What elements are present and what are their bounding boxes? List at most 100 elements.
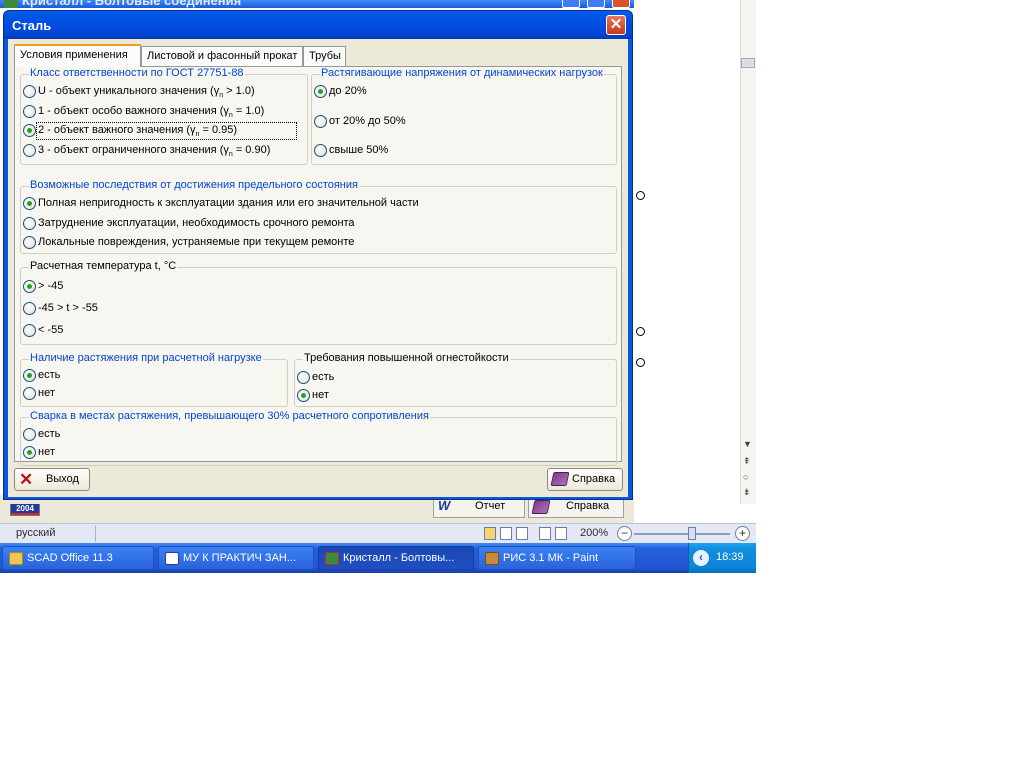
background-app-title: Кристалл - Болтовые соединения: [22, 0, 242, 8]
scrollbar-thumb[interactable]: [741, 58, 755, 68]
taskbar: SCAD Office 11.3 МУ К ПРАКТИЧ ЗАН... Кри…: [0, 543, 756, 573]
radio-label: -45 > t > -55: [38, 302, 98, 314]
taskbar-clock[interactable]: 18:39: [716, 551, 744, 563]
radio-button[interactable]: [23, 280, 36, 293]
dialog-body: Условия применения Листовой и фасонный п…: [8, 39, 628, 497]
radio-label: > -45: [38, 280, 64, 292]
vertical-scrollbar[interactable]: [740, 0, 756, 504]
group-responsibility-class: Класс ответственности по ГОСТ 27751-88 U…: [20, 67, 308, 165]
dialog-titlebar[interactable]: Сталь ✕: [4, 11, 632, 39]
drawing-node-icon: [636, 358, 645, 367]
radio-button[interactable]: [23, 197, 36, 210]
background-app-titlebar: Кристалл - Болтовые соединения: [0, 0, 635, 8]
taskbar-item-label: МУ К ПРАКТИЧ ЗАН...: [183, 552, 297, 564]
scroll-down-icon[interactable]: ▼: [743, 439, 752, 449]
radio-label: 3 - объект ограниченного значения (γn = …: [38, 144, 271, 159]
taskbar-item-scad[interactable]: SCAD Office 11.3: [2, 546, 154, 570]
language-indicator[interactable]: русский: [16, 527, 55, 539]
outline-view-icon[interactable]: [539, 527, 551, 540]
radio-button[interactable]: [23, 85, 36, 98]
system-tray: ‹ 18:39: [688, 543, 756, 573]
page-down-icon[interactable]: ⇟: [743, 487, 751, 498]
radio-label: есть: [312, 371, 335, 383]
maximize-button[interactable]: [587, 0, 605, 8]
radio-button[interactable]: [23, 217, 36, 230]
kristall-app-icon: [325, 552, 339, 565]
group-title: Растягивающие напряжения от динамических…: [320, 67, 604, 79]
tab-conditions[interactable]: Условия применения: [14, 44, 141, 67]
radio-label: U - объект уникального значения (γn > 1.…: [38, 85, 255, 100]
app-logo-text: 2004: [11, 504, 39, 513]
radio-button[interactable]: [23, 324, 36, 337]
show-hidden-icons-icon[interactable]: ‹: [693, 550, 709, 566]
radio-button[interactable]: [23, 236, 36, 249]
radio-button[interactable]: [23, 428, 36, 441]
reading-view-icon[interactable]: [500, 527, 512, 540]
status-bar: русский 200% − +: [0, 523, 756, 543]
paint-icon: [485, 552, 499, 565]
radio-button[interactable]: [23, 124, 36, 137]
help-button[interactable]: Справка: [547, 468, 623, 491]
group-welding: Сварка в местах растяжения, превышающего…: [20, 410, 617, 466]
minimize-button[interactable]: [562, 0, 580, 8]
close-button[interactable]: [612, 0, 630, 8]
radio-label: Локальные повреждения, устраняемые при т…: [38, 236, 355, 248]
exit-icon: ✕: [19, 470, 34, 489]
browse-object-icon[interactable]: ○: [743, 472, 748, 482]
radio-label: есть: [38, 369, 61, 381]
radio-button[interactable]: [23, 369, 36, 382]
radio-label: < -55: [38, 324, 64, 336]
taskbar-item-label: Кристалл - Болтовы...: [343, 552, 455, 564]
radio-button[interactable]: [23, 302, 36, 315]
group-title: Расчетная температура t, °C: [29, 260, 178, 272]
close-icon: ✕: [609, 16, 623, 33]
radio-button[interactable]: [297, 371, 310, 384]
zoom-out-icon[interactable]: −: [617, 526, 632, 541]
help-book-icon: [550, 472, 570, 486]
group-fire-resistance: Требования повышенной огнестойкости есть…: [294, 352, 617, 407]
radio-label: Затруднение эксплуатации, необходимость …: [38, 217, 355, 229]
radio-label: есть: [38, 428, 61, 440]
radio-button[interactable]: [314, 144, 327, 157]
group-title: Наличие растяжения при расчетной нагрузк…: [29, 352, 263, 364]
taskbar-item-word-doc[interactable]: МУ К ПРАКТИЧ ЗАН...: [158, 546, 314, 570]
radio-label: нет: [38, 387, 55, 399]
tab-sheet-profile[interactable]: Листовой и фасонный прокат: [141, 46, 303, 66]
draft-view-icon[interactable]: [555, 527, 567, 540]
radio-button[interactable]: [23, 446, 36, 459]
radio-button[interactable]: [23, 105, 36, 118]
background-help-label: Справка: [566, 500, 610, 512]
zoom-level[interactable]: 200%: [580, 527, 608, 539]
radio-label: свыше 50%: [329, 144, 389, 156]
radio-label: до 20%: [329, 85, 367, 97]
app-logo: 2004: [10, 504, 40, 516]
group-title: Возможные последствия от достижения пред…: [29, 179, 359, 191]
radio-button[interactable]: [297, 389, 310, 402]
dialog-title: Сталь: [12, 18, 52, 33]
radio-button[interactable]: [23, 144, 36, 157]
document-area: [634, 0, 740, 504]
radio-button[interactable]: [314, 85, 327, 98]
print-layout-view-icon[interactable]: [484, 527, 496, 540]
zoom-in-icon[interactable]: +: [735, 526, 750, 541]
zoom-slider-thumb[interactable]: [688, 527, 696, 540]
taskbar-item-kristall[interactable]: Кристалл - Болтовы...: [318, 546, 474, 570]
radio-button[interactable]: [314, 115, 327, 128]
group-title: Требования повышенной огнестойкости: [303, 352, 510, 364]
radio-label: Полная непригодность к эксплуатации здан…: [38, 197, 419, 209]
exit-button-label: Выход: [46, 473, 79, 485]
taskbar-item-paint[interactable]: РИС 3.1 МК - Paint: [478, 546, 636, 570]
dialog-close-button[interactable]: ✕: [606, 15, 626, 35]
group-dynamic-stress: Растягивающие напряжения от динамических…: [311, 67, 617, 165]
folder-icon: [9, 552, 23, 565]
page-up-icon[interactable]: ⇞: [743, 456, 751, 467]
word-doc-icon: [165, 552, 179, 565]
web-layout-view-icon[interactable]: [516, 527, 528, 540]
zoom-slider-track[interactable]: [634, 533, 730, 535]
word-icon: W: [438, 498, 451, 513]
drawing-node-icon: [636, 191, 645, 200]
group-tension: Наличие растяжения при расчетной нагрузк…: [20, 352, 288, 407]
tab-pipes[interactable]: Трубы: [303, 46, 346, 66]
radio-button[interactable]: [23, 387, 36, 400]
exit-button[interactable]: ✕ Выход: [14, 468, 90, 491]
